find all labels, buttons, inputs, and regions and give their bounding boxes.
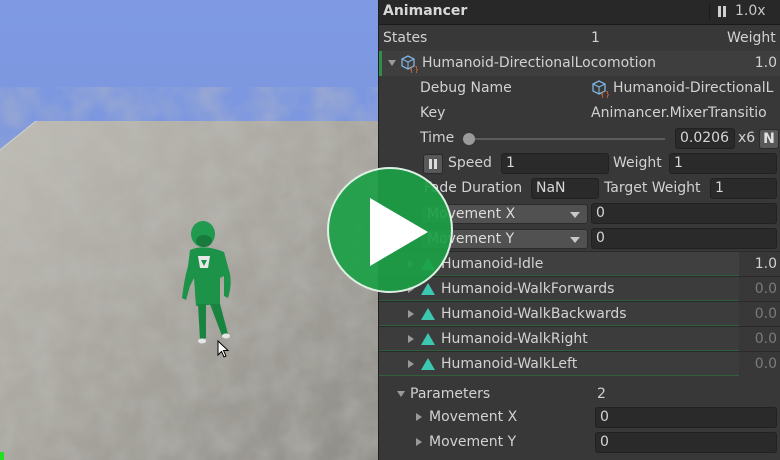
active-accent: [379, 51, 382, 76]
mixer-state-name: Humanoid-DirectionalLocomotion: [422, 55, 657, 71]
child-state-weight: 0.0: [754, 331, 777, 347]
normalize-time-button[interactable]: N: [759, 129, 779, 149]
expand-arrow-icon[interactable]: [408, 360, 414, 368]
child-state-name: Humanoid-WalkLeft: [441, 356, 578, 372]
fade-duration-field[interactable]: NaN: [531, 178, 599, 199]
clip-icon: [421, 308, 435, 320]
time-field[interactable]: 0.0206: [675, 128, 735, 149]
expand-arrow-icon[interactable]: [416, 413, 422, 421]
parameter-name: Movement Y: [429, 434, 517, 450]
chevron-down-icon: [570, 237, 580, 243]
clip-icon: [421, 358, 435, 370]
parameter-x-field[interactable]: 0: [591, 203, 777, 224]
parameters-header[interactable]: Parameters 2: [379, 382, 780, 407]
key-row: Key Animancer.MixerTransitio: [379, 101, 780, 126]
child-state-name: Humanoid-WalkBackwards: [441, 306, 627, 322]
child-state-weight: 0.0: [754, 306, 777, 322]
parameter-row: Movement X 0: [379, 405, 780, 430]
child-state-weight: 1.0: [754, 256, 777, 272]
weight-column-label: Weight: [727, 30, 776, 46]
child-state-name: Humanoid-Idle: [441, 256, 544, 272]
playback-speed[interactable]: 1.0x: [735, 3, 766, 19]
speed-weight-row: Speed 1 Weight 1: [379, 151, 780, 176]
expand-arrow-icon[interactable]: [408, 310, 414, 318]
parameters-count: 2: [597, 386, 606, 402]
time-row: Time 0.0206 x6 N: [379, 126, 780, 151]
chevron-down-icon: [570, 212, 580, 218]
child-state-row[interactable]: Humanoid-WalkBackwards 0.0: [379, 301, 780, 326]
mixer-state-weight: 1.0: [754, 55, 777, 71]
parameter-value-field[interactable]: 0: [595, 432, 777, 453]
time-loop-count: x6: [738, 130, 756, 146]
debug-name-row: Debug Name {} Humanoid-DirectionalL: [379, 76, 780, 101]
speed-field[interactable]: 1: [501, 153, 609, 174]
pause-icon[interactable]: [709, 3, 731, 21]
key-value: Animancer.MixerTransitio: [591, 105, 767, 121]
key-label: Key: [420, 105, 446, 121]
debug-name-label: Debug Name: [420, 80, 512, 96]
child-state-row[interactable]: Humanoid-WalkForwards 0.0: [379, 276, 780, 301]
expand-arrow-icon[interactable]: [388, 60, 396, 66]
scene-view[interactable]: [0, 0, 378, 460]
parameter-value-field[interactable]: 0: [595, 407, 777, 428]
child-state-weight: 0.0: [754, 356, 777, 372]
mixer-state-row[interactable]: {} Humanoid-DirectionalLocomotion 1.0: [379, 51, 780, 76]
time-slider-track[interactable]: [469, 138, 665, 140]
child-state-name: Humanoid-WalkForwards: [441, 281, 615, 297]
child-state-row[interactable]: Humanoid-WalkLeft 0.0: [379, 351, 780, 376]
target-weight-label: Target Weight: [604, 180, 701, 196]
weight-label: Weight: [613, 155, 662, 171]
weight-field[interactable]: 1: [669, 153, 777, 174]
svg-text:{}: {}: [600, 90, 609, 98]
mixer-state-icon: {}: [592, 80, 609, 98]
play-icon[interactable]: [327, 167, 453, 293]
states-count: 1: [591, 30, 600, 46]
child-state-weight: 0.0: [754, 281, 777, 297]
expand-arrow-icon[interactable]: [416, 438, 422, 446]
parameter-row: Movement Y 0: [379, 430, 780, 455]
cursor-icon: [217, 340, 230, 358]
time-label: Time: [420, 130, 455, 146]
parameter-y-field[interactable]: 0: [591, 228, 777, 249]
speed-label: Speed: [448, 155, 492, 171]
time-slider-handle[interactable]: [463, 133, 475, 145]
clip-icon: [421, 283, 435, 295]
parameters-label: Parameters: [410, 386, 491, 402]
target-weight-field[interactable]: 1: [710, 178, 777, 199]
character-model[interactable]: [180, 216, 242, 346]
pause-icon[interactable]: [423, 154, 443, 174]
expand-arrow-icon[interactable]: [408, 335, 414, 343]
window-title: Animancer: [383, 3, 468, 19]
states-label: States: [383, 30, 428, 46]
parameter-name: Movement X: [429, 409, 518, 425]
window-titlebar: Animancer 1.0x: [379, 0, 780, 25]
expand-arrow-icon[interactable]: [397, 391, 405, 397]
clip-icon: [421, 333, 435, 345]
svg-text:{}: {}: [409, 65, 418, 73]
child-state-row[interactable]: Humanoid-WalkRight 0.0: [379, 326, 780, 351]
debug-name-value: Humanoid-DirectionalL: [613, 80, 774, 96]
child-state-name: Humanoid-WalkRight: [441, 331, 588, 347]
states-header: States 1 Weight: [379, 26, 780, 51]
mixer-state-icon: {}: [401, 55, 418, 73]
